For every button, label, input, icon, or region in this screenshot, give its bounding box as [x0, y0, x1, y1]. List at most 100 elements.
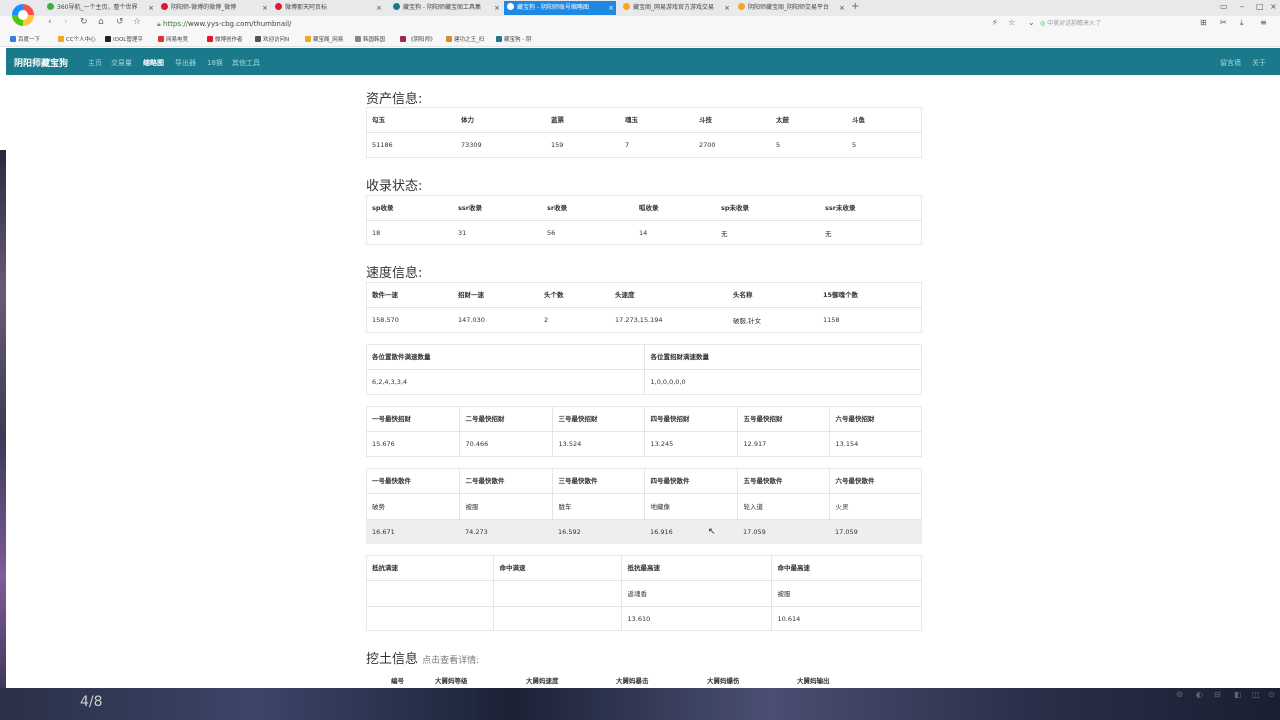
resist-hit-table: 抵抗满速 命中满速 抵抗最高速 命中最高速 返魂香 被服 13.610 10.6…	[366, 555, 922, 631]
restore-icon[interactable]: ▭	[1220, 2, 1228, 11]
close-window-icon[interactable]: ×	[1270, 2, 1277, 11]
bookmark-icon	[305, 36, 311, 42]
table-cell: 5	[846, 131, 922, 158]
table-header: 呱收录	[639, 204, 659, 213]
bookmark-icon	[255, 36, 261, 42]
bookmark-item[interactable]: CC个人中心	[58, 35, 96, 43]
bookmark-item[interactable]: 《阴阳师》	[400, 35, 436, 43]
bookmark-item[interactable]: 微博创作者	[207, 35, 243, 43]
table-header: ssr收录	[458, 204, 482, 213]
taskbar-overlay: 4/8	[0, 688, 1280, 720]
table-cell: 轮入道	[736, 492, 829, 519]
screenshot-icon[interactable]: ✂	[1220, 18, 1227, 27]
table-cell: 13.524	[551, 430, 644, 457]
search-input[interactable]: ◎ 中美对话前瞻来火了	[1040, 18, 1185, 30]
forward-icon[interactable]: ›	[64, 17, 68, 27]
address-bar[interactable]: 🔒︎ https://www.yys-cbg.com/thumbnail/	[157, 18, 987, 30]
bookmark-icon	[105, 36, 111, 42]
table-header: ssr未收录	[825, 204, 856, 213]
url-scheme: https://	[162, 20, 189, 28]
browser-tab[interactable]: 360导航_一个主页，整个世界 ×	[44, 1, 156, 15]
flash-icon[interactable]: ⚡	[992, 18, 998, 27]
refresh-icon[interactable]: ↻	[80, 17, 88, 27]
taskbar-counter: 4/8	[80, 694, 103, 710]
bookmark-item[interactable]: IOOL管理平	[105, 35, 143, 43]
tab-favicon-icon	[161, 3, 168, 10]
table-cell: 无	[715, 219, 819, 245]
browser-tab-bar: 360导航_一个主页，整个世界 × 阴阳师-微博的微博_微博 × 微博那天阿页标 × …	[0, 0, 1280, 16]
table-cell: 6,2,4,3,3,4	[366, 368, 644, 395]
close-icon[interactable]: ×	[724, 1, 730, 15]
tab-label: 阴阳师-微博的微博_微博	[171, 4, 237, 11]
bookmark-star-icon[interactable]: ☆	[1008, 18, 1015, 27]
nav-about[interactable]: 关于	[1252, 58, 1266, 68]
download-icon[interactable]: ⤓	[1240, 18, 1244, 28]
undo-icon[interactable]: ↺	[116, 17, 124, 27]
tray-icon[interactable]: ⚙	[1176, 690, 1183, 699]
table-cell: 2700	[693, 131, 770, 158]
bookmark-item[interactable]: 藏宝阁_网易	[305, 35, 343, 43]
bookmark-item[interactable]: 百度一下	[10, 35, 40, 43]
table-cell: 159	[545, 131, 619, 158]
table-cell: 2	[538, 306, 609, 333]
home-icon[interactable]: ⌂	[98, 17, 104, 27]
table-header: 命中满速	[492, 555, 621, 580]
maximize-icon[interactable]: □	[1256, 2, 1264, 11]
dropdown-icon[interactable]: ⌄	[1028, 18, 1035, 27]
tray-icon[interactable]: ◐	[1196, 690, 1203, 699]
table-cell: 147.030	[452, 306, 538, 333]
nav-other-tools[interactable]: 其他工具	[232, 58, 260, 68]
tab-label: 360导航_一个主页，整个世界	[57, 4, 138, 11]
digging-detail-link[interactable]: 点击查看详情:	[422, 656, 479, 666]
nav-exporter[interactable]: 导出器	[175, 58, 196, 68]
browser-tab[interactable]: 阴阳师藏宝阁_阴阳师交易平台 ×	[735, 1, 847, 15]
url-path: www.yys-cbg.com/thumbnail/	[188, 20, 292, 28]
tab-favicon-icon	[738, 3, 745, 10]
close-icon[interactable]: ×	[494, 1, 500, 15]
minimize-icon[interactable]: –	[1240, 2, 1244, 11]
browser-tab[interactable]: 微博那天阿页标 ×	[272, 1, 384, 15]
tray-icon[interactable]: ⊙	[1268, 690, 1275, 699]
browser-tab[interactable]: 阴阳师-微博的微博_微博 ×	[158, 1, 270, 15]
nav-thumbnail[interactable]: 缩略图	[143, 58, 164, 68]
bookmark-item[interactable]: 欢迎访问N	[255, 35, 289, 43]
extensions-icon[interactable]: ⊞	[1200, 18, 1207, 27]
search-placeholder: 中美对话前瞻来火了	[1047, 20, 1102, 27]
nav-message-wall[interactable]: 留言墙	[1220, 58, 1241, 68]
bookmark-item[interactable]: 韩国韩国	[355, 35, 385, 43]
table-header: sp未收录	[721, 204, 750, 213]
tray-icon[interactable]: ◫	[1252, 690, 1260, 699]
table-header: 体力	[461, 116, 474, 125]
new-tab-icon[interactable]: +	[851, 1, 859, 12]
close-icon[interactable]: ×	[148, 1, 154, 15]
browser-tab-active[interactable]: 藏宝狗 - 阴阳师账号缩略图 ×	[504, 1, 616, 15]
nav-18[interactable]: 18换	[207, 58, 223, 68]
back-icon[interactable]: ‹	[48, 17, 52, 27]
close-icon[interactable]: ×	[262, 1, 268, 15]
nav-home[interactable]: 主页	[88, 58, 102, 68]
table-cell: 返魂香	[620, 579, 771, 606]
close-icon[interactable]: ×	[376, 1, 382, 15]
table-header: 三号最快招财	[551, 406, 644, 431]
tab-label: 藏宝狗 - 阴阳师账号缩略图	[517, 4, 589, 11]
tab-label: 藏宝阁_网易游戏官方游戏交易	[633, 4, 715, 11]
table-header: 六号最快招财	[828, 406, 922, 431]
table-header: 头速度	[615, 291, 635, 300]
browser-tab[interactable]: 藏宝狗 - 阴阳师藏宝阁工具集 ×	[390, 1, 502, 15]
star-icon[interactable]: ☆	[133, 17, 141, 27]
speed-summary-table: 散件一速 招财一速 头个数 头速度 头名称 15御魂个数 158.570 147…	[366, 282, 922, 333]
tab-favicon-icon	[507, 3, 514, 10]
table-cell: 地藏像	[643, 492, 737, 519]
site-brand[interactable]: 阴阳师藏宝狗	[14, 56, 68, 69]
bookmark-item[interactable]: 藏宝狗 - 阴	[496, 35, 531, 43]
menu-icon[interactable]: ≡	[1260, 18, 1267, 27]
close-icon[interactable]: ×	[839, 1, 845, 15]
nav-volume[interactable]: 交易量	[111, 58, 132, 68]
table-header: 太鼓	[776, 116, 789, 125]
browser-tab[interactable]: 藏宝阁_网易游戏官方游戏交易 ×	[620, 1, 732, 15]
bookmark-item[interactable]: 建功之王_扫	[446, 35, 484, 43]
tray-icon[interactable]: ⊟	[1214, 690, 1221, 699]
close-icon[interactable]: ×	[608, 1, 614, 15]
tray-icon[interactable]: ◧	[1234, 690, 1242, 699]
bookmark-item[interactable]: 网易电竞	[158, 35, 188, 43]
